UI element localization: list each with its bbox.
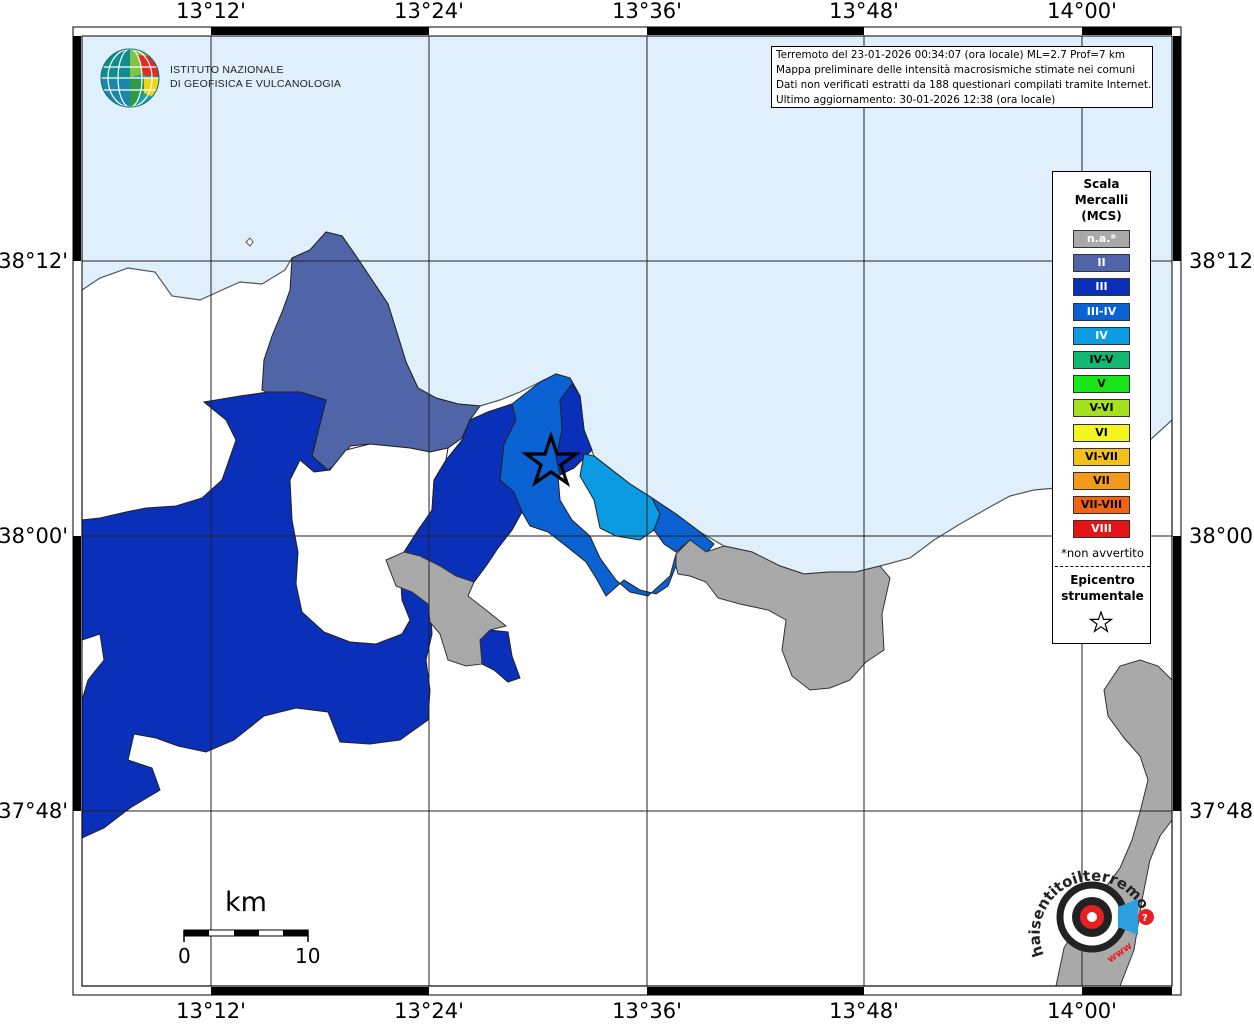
lat-label-right-3: 37°48' xyxy=(1189,799,1254,823)
legend-title-line1: Scala xyxy=(1083,177,1120,191)
hai-sentito-logo: haisentitoilterremoto.it ? www xyxy=(1017,841,1162,979)
lon-label-bottom-4: 13°48' xyxy=(829,999,899,1023)
legend-title: Scala Mercalli (MCS) xyxy=(1053,176,1150,224)
legend-swatch: VIII xyxy=(1073,520,1130,539)
ingv-logo xyxy=(100,47,162,113)
ingv-name-line1: ISTITUTO NAZIONALE xyxy=(170,64,284,76)
lat-label-left-3: 37°48' xyxy=(0,799,68,823)
lon-label-bottom-3: 13°36' xyxy=(612,999,682,1023)
lat-label-right-2: 38°00' xyxy=(1189,524,1254,548)
legend-epicenter-line2: strumentale xyxy=(1061,589,1144,603)
scale-min: 0 xyxy=(178,944,191,968)
scale-max: 10 xyxy=(295,944,321,968)
lon-label-top-1: 13°12' xyxy=(176,0,246,23)
globe-icon xyxy=(100,48,160,108)
scale-unit: km xyxy=(225,887,267,918)
legend-title-line2: Mercalli xyxy=(1074,193,1129,207)
event-info-line4: Ultimo aggiornamento: 30-01-2026 12:38 (… xyxy=(776,94,1056,106)
legend-swatch: VII-VIII xyxy=(1073,496,1130,515)
legend-swatch: II xyxy=(1073,254,1130,273)
ingv-name-line2: DI GEOFISICA E VULCANOLOGIA xyxy=(170,78,342,90)
lon-label-top-3: 13°36' xyxy=(612,0,682,23)
lat-label-right-1: 38°12' xyxy=(1189,249,1254,273)
legend-swatch: VII xyxy=(1073,472,1130,490)
event-info-line3: Dati non verificati estratti da 188 ques… xyxy=(776,79,1152,91)
hai-sentito-emblem: haisentitoilterremoto.it ? www xyxy=(1017,841,1154,965)
legend-swatch: n.a.* xyxy=(1073,230,1130,248)
scale-bar: km 0 10 xyxy=(178,880,321,970)
legend-swatch: VI xyxy=(1073,423,1130,442)
legend-epicenter-line1: Epicentro xyxy=(1070,573,1135,587)
lon-label-top-2: 13°24' xyxy=(394,0,464,23)
event-info-line1: Terremoto del 23-01-2026 00:34:07 (ora l… xyxy=(776,49,1126,61)
lon-label-bottom-5: 14°00' xyxy=(1047,999,1117,1023)
lat-label-left-1: 38°12' xyxy=(0,249,68,273)
scale-bar-graphic xyxy=(183,929,309,942)
legend-swatch: V xyxy=(1073,375,1130,394)
star-icon xyxy=(1089,610,1113,633)
lon-label-bottom-2: 13°24' xyxy=(394,999,464,1023)
svg-text:?: ? xyxy=(1142,913,1148,924)
legend-swatch: V-VI xyxy=(1073,399,1130,418)
legend-swatch: IV xyxy=(1073,326,1130,345)
legend-not-felt-note: *non avvertito xyxy=(1061,546,1144,560)
legend-swatch: III xyxy=(1073,278,1130,297)
legend-swatch: VI-VII xyxy=(1073,447,1130,466)
legend-epicenter-label: Epicentro strumentale xyxy=(1053,572,1152,604)
lat-label-left-2: 38°00' xyxy=(0,524,68,548)
intensity-legend: Scala Mercalli (MCS) n.a.* II III III-IV IV I… xyxy=(1052,171,1151,644)
event-info-line2: Mappa preliminare delle intensità macros… xyxy=(776,64,1136,76)
legend-swatch: IV-V xyxy=(1073,351,1130,369)
lon-label-top-5: 14°00' xyxy=(1047,0,1117,23)
legend-swatch: III-IV xyxy=(1073,302,1130,321)
legend-separator xyxy=(1055,566,1150,567)
legend-title-line3: (MCS) xyxy=(1081,209,1122,223)
lon-label-bottom-1: 13°12' xyxy=(176,999,246,1023)
lon-label-top-4: 13°48' xyxy=(829,0,899,23)
event-info-box: Terremoto del 23-01-2026 00:34:07 (ora l… xyxy=(771,46,1153,108)
